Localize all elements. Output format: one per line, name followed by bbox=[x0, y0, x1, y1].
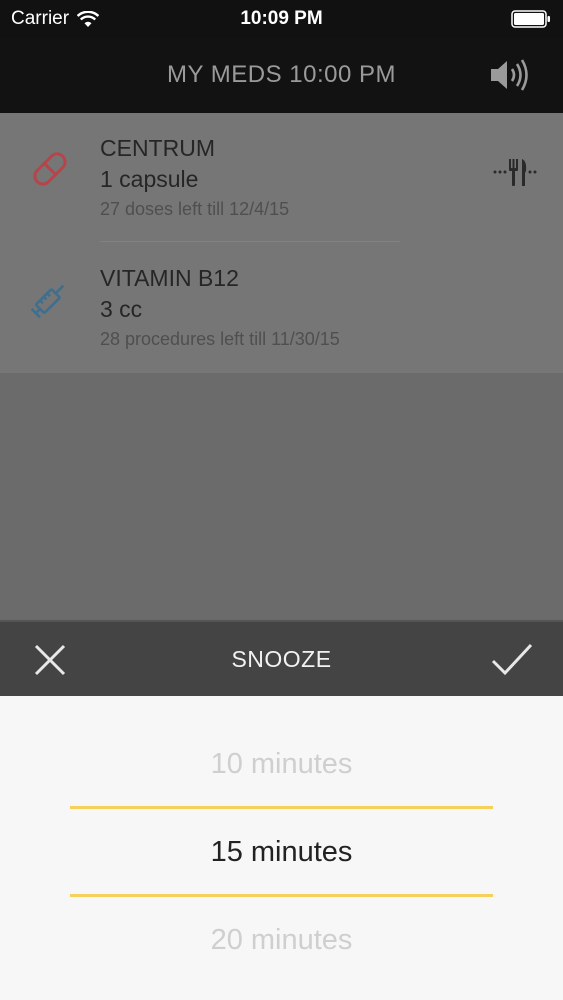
snooze-title: SNOOZE bbox=[231, 646, 332, 672]
med-dose: 3 cc bbox=[100, 296, 143, 322]
med-name: VITAMIN B12 bbox=[100, 265, 239, 291]
picker-option-selected[interactable]: 15 minutes bbox=[0, 836, 563, 869]
med-dose: 1 capsule bbox=[100, 166, 199, 192]
selection-line-top bbox=[70, 806, 493, 809]
divider bbox=[100, 241, 400, 242]
med-list: CENTRUM 1 capsule 27 doses left till 12/… bbox=[0, 113, 563, 373]
fork-knife-icon bbox=[493, 159, 537, 186]
list-item[interactable]: VITAMIN B12 3 cc 28 procedures left till… bbox=[0, 243, 563, 371]
snooze-toolbar: SNOOZE bbox=[0, 620, 563, 696]
speaker-icon[interactable] bbox=[487, 55, 529, 95]
selection-line-bottom bbox=[70, 894, 493, 897]
snooze-picker[interactable]: 10 minutes 15 minutes 20 minutes bbox=[0, 696, 563, 1000]
checkmark-icon[interactable] bbox=[489, 639, 535, 679]
list-item[interactable]: CENTRUM 1 capsule 27 doses left till 12/… bbox=[0, 113, 563, 242]
med-remaining: 28 procedures left till 11/30/15 bbox=[100, 329, 340, 349]
battery-icon bbox=[511, 10, 550, 28]
status-bar: Carrier 10:09 PM bbox=[0, 0, 563, 38]
med-name: CENTRUM bbox=[100, 135, 215, 161]
status-time: 10:09 PM bbox=[240, 8, 323, 29]
med-remaining: 27 doses left till 12/4/15 bbox=[100, 199, 290, 219]
nav-bar: MY MEDS 10:00 PM bbox=[0, 38, 563, 113]
picker-option[interactable]: 10 minutes bbox=[0, 748, 563, 781]
pill-icon bbox=[33, 152, 67, 186]
syringe-icon bbox=[30, 284, 65, 319]
dimmed-background[interactable] bbox=[0, 373, 563, 620]
picker-option[interactable]: 20 minutes bbox=[0, 924, 563, 957]
page-title: MY MEDS 10:00 PM bbox=[167, 61, 396, 88]
